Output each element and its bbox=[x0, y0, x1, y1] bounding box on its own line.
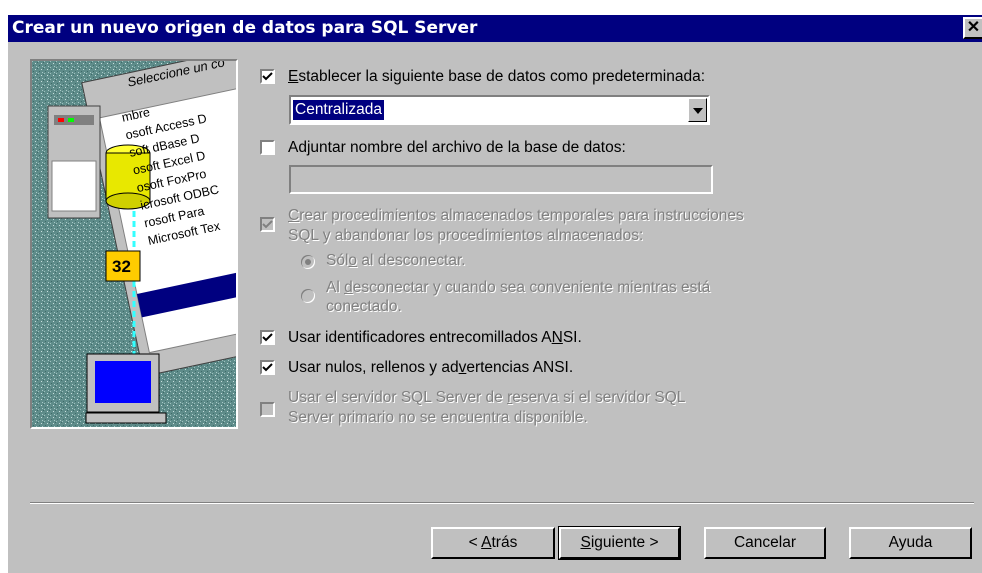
title-bar[interactable]: Crear un nuevo origen de datos para SQL … bbox=[8, 15, 982, 42]
fallback-server-checkbox[interactable] bbox=[260, 402, 275, 417]
dialog-window: Crear un nuevo origen de datos para SQL … bbox=[8, 15, 982, 573]
wizard-illustration: Seleccione un co mbre osoft Access D sof… bbox=[30, 59, 238, 429]
check-icon bbox=[262, 333, 273, 342]
ansi-quoted-checkbox[interactable] bbox=[260, 330, 275, 345]
illustration-badge: 32 bbox=[112, 257, 131, 276]
attach-file-input[interactable] bbox=[289, 165, 713, 194]
separator bbox=[30, 502, 974, 504]
attach-file-checkbox[interactable] bbox=[260, 140, 275, 155]
back-button[interactable]: < Atrás bbox=[431, 527, 555, 559]
temp-procs-label-line1: Crear procedimientos almacenados tempora… bbox=[288, 207, 744, 224]
radio-dot-icon bbox=[305, 259, 311, 265]
default-db-combobox[interactable]: Centralizada bbox=[289, 95, 710, 125]
radio-on-disconnect[interactable] bbox=[301, 255, 315, 269]
attach-file-label[interactable]: Adjuntar nombre del archivo de la base d… bbox=[288, 139, 626, 157]
close-button[interactable]: ✕ bbox=[963, 17, 982, 39]
dropdown-arrow-icon[interactable] bbox=[688, 98, 707, 122]
fallback-server-label-line2: Server primario no se encuentra disponib… bbox=[288, 409, 588, 426]
check-icon bbox=[262, 363, 273, 372]
ansi-nulls-label[interactable]: Usar nulos, rellenos y advertencias ANSI… bbox=[288, 359, 573, 377]
temp-procs-label-line2: SQL y abandonar los procedimientos almac… bbox=[288, 227, 644, 244]
radio-on-disconnect-label[interactable]: Sólo al desconectar. bbox=[326, 252, 466, 270]
help-button[interactable]: Ayuda bbox=[849, 527, 972, 559]
default-db-label[interactable]: Establecer la siguiente base de datos co… bbox=[288, 68, 705, 86]
cancel-button[interactable]: Cancelar bbox=[704, 527, 826, 559]
close-icon: ✕ bbox=[966, 19, 981, 36]
window-title: Crear un nuevo origen de datos para SQL … bbox=[12, 18, 478, 38]
next-button[interactable]: Siguiente > bbox=[558, 526, 681, 560]
temp-procs-checkbox[interactable] bbox=[260, 217, 275, 232]
default-db-checkbox[interactable] bbox=[260, 69, 275, 84]
radio-disconnect-convenient-label-line2: conectado. bbox=[326, 298, 402, 315]
ansi-quoted-label[interactable]: Usar identificadores entrecomillados ANS… bbox=[288, 329, 582, 347]
check-icon bbox=[262, 220, 273, 229]
fallback-server-label-line1: Usar el servidor SQL Server de reserva s… bbox=[288, 389, 686, 406]
radio-disconnect-convenient-label-line1[interactable]: Al desconectar y cuando sea conveniente … bbox=[326, 279, 710, 297]
check-icon bbox=[262, 72, 273, 81]
ansi-nulls-checkbox[interactable] bbox=[260, 360, 275, 375]
default-db-value: Centralizada bbox=[293, 100, 385, 120]
radio-disconnect-convenient[interactable] bbox=[301, 289, 315, 303]
